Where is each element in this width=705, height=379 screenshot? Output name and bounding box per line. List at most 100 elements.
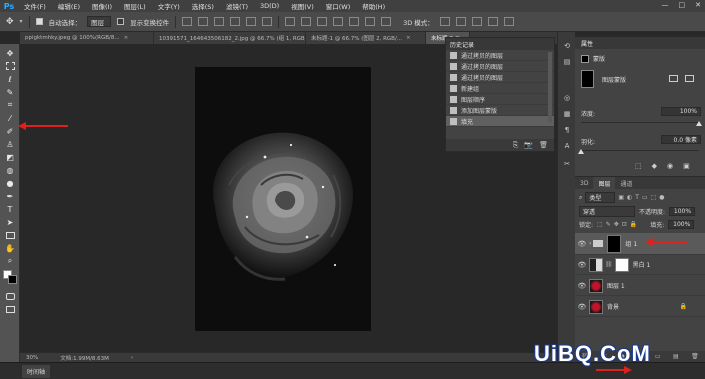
- visibility-eye-icon[interactable]: 👁: [575, 261, 589, 269]
- filter-icons[interactable]: ▣◐T▭⬚●: [618, 194, 667, 201]
- density-slider-track[interactable]: [581, 122, 699, 123]
- properties-panel-icon[interactable]: ▤: [561, 58, 573, 68]
- auto-align-icon[interactable]: [381, 17, 392, 26]
- marquee-tool-icon[interactable]: [3, 60, 17, 72]
- clone-stamp-tool-icon[interactable]: ♙: [3, 138, 17, 150]
- menu-window[interactable]: 窗口(W): [320, 1, 357, 11]
- scale-3d-icon[interactable]: [503, 17, 514, 26]
- layer-row-image[interactable]: 👁 图层 1: [575, 276, 705, 296]
- density-slider-knob[interactable]: [696, 121, 702, 126]
- distribute-center-icon[interactable]: [349, 17, 360, 26]
- eyedropper-tool-icon[interactable]: ⁄: [3, 112, 17, 124]
- menu-type[interactable]: 文字(Y): [152, 1, 186, 11]
- align-center-icon[interactable]: [246, 17, 257, 26]
- history-scrollbar[interactable]: [548, 52, 552, 122]
- roll-3d-icon[interactable]: [455, 17, 466, 26]
- auto-select-dropdown[interactable]: 图层: [87, 16, 112, 27]
- layer-row-background[interactable]: 👁 背景 🔒: [575, 297, 705, 317]
- align-top-icon[interactable]: [182, 17, 193, 26]
- toggle-mask-icon[interactable]: ◉: [667, 162, 673, 170]
- drag-3d-icon[interactable]: [471, 17, 482, 26]
- layer-mask-row[interactable]: 图层蒙版: [581, 70, 626, 88]
- close-window-button[interactable]: ✕: [695, 1, 701, 9]
- rectangle-tool-icon[interactable]: [3, 229, 17, 241]
- close-tab-icon[interactable]: ×: [406, 35, 411, 41]
- hand-tool-icon[interactable]: ✋: [3, 242, 17, 254]
- adjustments-panel-icon[interactable]: ◎: [561, 94, 573, 104]
- history-item[interactable]: 通过拷贝的图层: [446, 50, 554, 61]
- auto-select-checkbox[interactable]: [35, 18, 43, 25]
- history-panel-icon[interactable]: ⟲: [561, 42, 573, 52]
- tab-3d[interactable]: 3D: [575, 177, 593, 189]
- delete-mask-icon[interactable]: ▣: [683, 162, 690, 170]
- delete-layer-icon[interactable]: 🗑: [691, 353, 699, 360]
- type-tool-icon[interactable]: T: [3, 203, 17, 215]
- dodge-tool-icon[interactable]: ●: [3, 177, 17, 189]
- delete-state-icon[interactable]: 🗑: [539, 141, 548, 149]
- link-icon[interactable]: ⛓: [605, 261, 613, 268]
- tool-preset-dropdown[interactable]: ▾: [20, 18, 23, 25]
- zoom-level[interactable]: 30%: [26, 355, 38, 361]
- blend-mode-dropdown[interactable]: 穿透: [579, 206, 635, 217]
- screen-mode-icon[interactable]: [3, 303, 17, 315]
- tab-layers[interactable]: 图层: [593, 177, 616, 189]
- layer-name[interactable]: 黑白 1: [633, 260, 651, 269]
- slide-3d-icon[interactable]: [487, 17, 498, 26]
- paragraph-panel-icon[interactable]: ¶: [561, 126, 573, 136]
- tools-options-icon[interactable]: ✂: [561, 160, 573, 170]
- history-item[interactable]: 图层顺序: [446, 94, 554, 105]
- layer-row-group[interactable]: 👁 › 组 1: [575, 233, 705, 255]
- status-menu-arrow[interactable]: ›: [131, 355, 133, 361]
- visibility-eye-icon[interactable]: 👁: [575, 303, 589, 311]
- lock-icons[interactable]: ⬚✎✥⊡🔒: [597, 221, 640, 228]
- rotate-3d-icon[interactable]: [439, 17, 450, 26]
- move-tool-icon[interactable]: ✥: [6, 17, 14, 27]
- menu-view[interactable]: 视图(V): [285, 1, 320, 11]
- document-tab-1[interactable]: ppigktmhky.jpeg @ 100%(RGB/8... ×: [20, 32, 154, 44]
- new-document-from-state-icon[interactable]: ⎘: [513, 141, 519, 150]
- menu-filter[interactable]: 滤镜(T): [220, 1, 254, 11]
- menu-file[interactable]: 文件(F): [18, 1, 52, 11]
- visibility-eye-icon[interactable]: 👁: [575, 240, 589, 248]
- brush-tool-icon[interactable]: ✐: [3, 125, 17, 137]
- document-canvas[interactable]: [195, 67, 371, 331]
- layer-filter-dropdown[interactable]: 类型: [585, 192, 616, 203]
- path-select-tool-icon[interactable]: ➤: [3, 216, 17, 228]
- select-vector-mask-icon[interactable]: [685, 75, 694, 82]
- maximize-button[interactable]: □: [679, 1, 686, 9]
- lasso-tool-icon[interactable]: ℓ: [3, 73, 17, 85]
- move-tool-icon[interactable]: ✥: [3, 47, 17, 59]
- layer-name[interactable]: 图层 1: [607, 281, 625, 290]
- document-tab-2[interactable]: 10391571_164643506182_2.jpg @ 66.7% (组 1…: [154, 32, 306, 44]
- layer-mask-thumbnail[interactable]: [614, 257, 629, 272]
- fill-input[interactable]: 100%: [668, 220, 695, 229]
- menu-edit[interactable]: 编辑(E): [52, 1, 86, 11]
- apply-mask-icon[interactable]: ◆: [652, 162, 657, 170]
- history-item[interactable]: 通过拷贝的图层: [446, 72, 554, 83]
- opacity-input[interactable]: 100%: [669, 207, 696, 216]
- distribute-middle-icon[interactable]: [301, 17, 312, 26]
- crop-tool-icon[interactable]: ⌗: [3, 99, 17, 111]
- visibility-eye-icon[interactable]: 👁: [575, 282, 589, 290]
- menu-layer[interactable]: 图层(L): [118, 1, 152, 11]
- layer-row-adjustment[interactable]: 👁 ⛓ 黑白 1: [575, 255, 705, 275]
- close-tab-icon[interactable]: ×: [124, 35, 129, 41]
- layer-name[interactable]: 背景: [607, 302, 619, 311]
- document-tab-3[interactable]: 未标题-1 @ 66.7% (图层 2, RGB/... ×: [306, 32, 426, 44]
- quick-mask-icon[interactable]: [3, 290, 17, 302]
- menu-select[interactable]: 选择(S): [186, 1, 220, 11]
- menu-help[interactable]: 帮助(H): [356, 1, 391, 11]
- distribute-left-icon[interactable]: [333, 17, 344, 26]
- quick-select-tool-icon[interactable]: ✎: [3, 86, 17, 98]
- align-left-icon[interactable]: [230, 17, 241, 26]
- character-panel-icon[interactable]: A: [561, 142, 573, 152]
- history-item[interactable]: 通过拷贝的图层: [446, 61, 554, 72]
- history-item[interactable]: 新建组: [446, 83, 554, 94]
- pen-tool-icon[interactable]: ✒: [3, 190, 17, 202]
- history-item[interactable]: 添加图层蒙版: [446, 105, 554, 116]
- distribute-right-icon[interactable]: [365, 17, 376, 26]
- menu-image[interactable]: 图像(I): [86, 1, 118, 11]
- layer-name[interactable]: 组 1: [625, 239, 637, 248]
- new-group-icon[interactable]: ▭: [655, 353, 661, 360]
- new-layer-icon[interactable]: ▤: [673, 353, 679, 360]
